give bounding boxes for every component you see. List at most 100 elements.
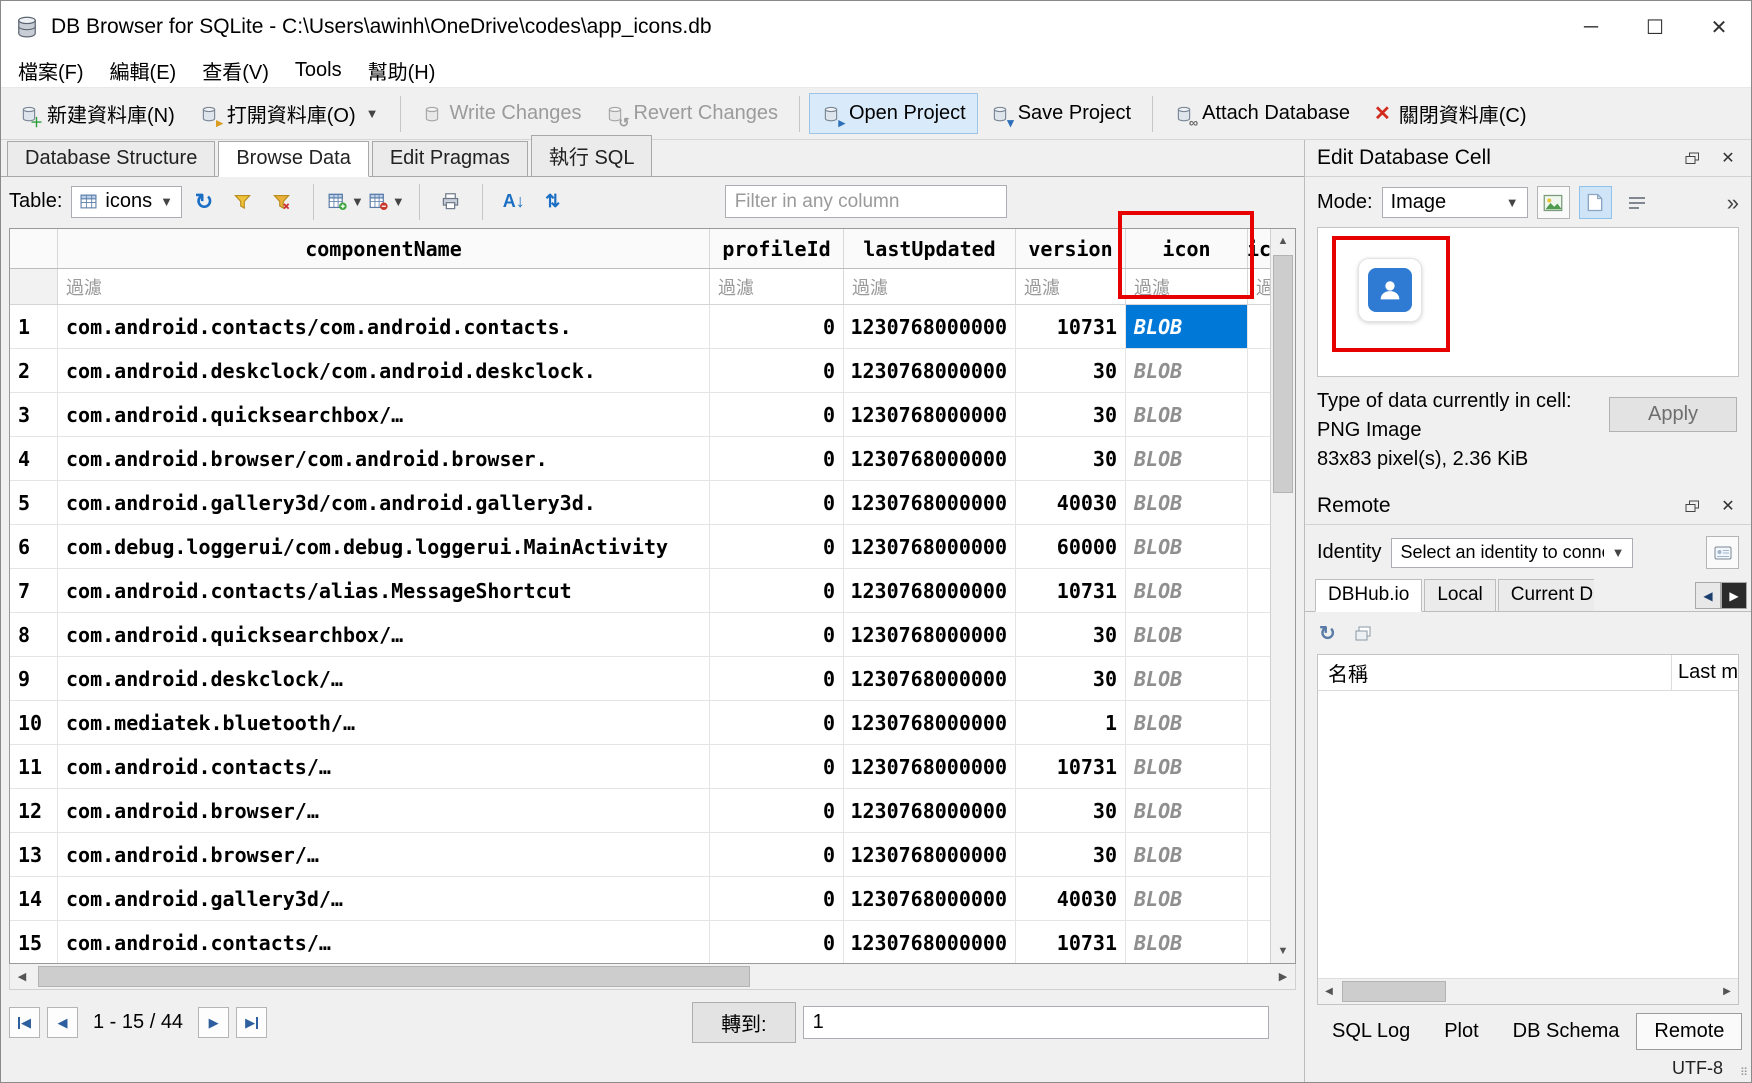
- column-header-icon[interactable]: icon: [1126, 229, 1248, 268]
- row-number[interactable]: 7: [10, 569, 58, 612]
- column-header-version[interactable]: version: [1016, 229, 1126, 268]
- cell-componentName[interactable]: com.mediatek.bluetooth/…: [58, 701, 710, 744]
- text-mode-button[interactable]: [1579, 186, 1612, 219]
- filter-componentName[interactable]: 過濾: [58, 269, 710, 304]
- cell-extra[interactable]: [1248, 657, 1270, 700]
- cell-lastUpdated[interactable]: 1230768000000: [844, 305, 1016, 348]
- tab-browse-data[interactable]: Browse Data: [218, 141, 369, 177]
- cell-version[interactable]: 30: [1016, 833, 1126, 876]
- dock-tab-remote[interactable]: Remote: [1636, 1013, 1742, 1050]
- cell-lastUpdated[interactable]: 1230768000000: [844, 349, 1016, 392]
- resize-grip-icon[interactable]: ⠿: [1740, 1066, 1748, 1079]
- table-select[interactable]: icons ▼: [71, 186, 182, 218]
- cell-version[interactable]: 30: [1016, 789, 1126, 832]
- cell-profileId[interactable]: 0: [710, 525, 844, 568]
- remote-tab-dbhub[interactable]: DBHub.io: [1315, 579, 1422, 612]
- goto-input[interactable]: [803, 1006, 1269, 1039]
- cell-profileId[interactable]: 0: [710, 613, 844, 656]
- cell-extra[interactable]: [1248, 525, 1270, 568]
- corner-header[interactable]: [10, 229, 58, 268]
- refresh-button[interactable]: ↻: [187, 185, 221, 219]
- cell-componentName[interactable]: com.android.deskclock/…: [58, 657, 710, 700]
- filter-version[interactable]: 過濾: [1016, 269, 1126, 304]
- last-page-button[interactable]: ▶: [236, 1007, 267, 1038]
- cell-icon[interactable]: BLOB: [1126, 921, 1248, 963]
- cell-profileId[interactable]: 0: [710, 481, 844, 524]
- filter-any-column-input[interactable]: [725, 185, 1007, 218]
- row-number[interactable]: 6: [10, 525, 58, 568]
- cell-version[interactable]: 30: [1016, 657, 1126, 700]
- chevron-down-icon[interactable]: ▼: [366, 106, 379, 121]
- dock-tab-sql-log[interactable]: SQL Log: [1315, 1014, 1427, 1049]
- row-number[interactable]: 9: [10, 657, 58, 700]
- tab-scroll-right-icon[interactable]: ▶: [1721, 582, 1747, 609]
- cell-componentName[interactable]: com.android.gallery3d/com.android.galler…: [58, 481, 710, 524]
- cell-componentName[interactable]: com.android.contacts/alias.MessageShortc…: [58, 569, 710, 612]
- cell-componentName[interactable]: com.android.browser/…: [58, 789, 710, 832]
- cell-profileId[interactable]: 0: [710, 789, 844, 832]
- tab-database-structure[interactable]: Database Structure: [7, 141, 215, 177]
- cell-icon[interactable]: BLOB: [1126, 877, 1248, 920]
- cell-lastUpdated[interactable]: 1230768000000: [844, 921, 1016, 963]
- cell-extra[interactable]: [1248, 481, 1270, 524]
- menu-edit[interactable]: 編輯(E): [97, 52, 190, 89]
- column-header-componentName[interactable]: componentName: [58, 229, 710, 268]
- revert-changes-button[interactable]: ↺ Revert Changes: [593, 93, 790, 134]
- cell-version[interactable]: 30: [1016, 393, 1126, 436]
- cell-profileId[interactable]: 0: [710, 921, 844, 963]
- next-page-button[interactable]: ▶: [198, 1007, 229, 1038]
- mode-select[interactable]: Image ▼: [1382, 187, 1528, 218]
- cell-version[interactable]: 30: [1016, 613, 1126, 656]
- horizontal-scroll-thumb[interactable]: [38, 966, 750, 987]
- horizontal-scrollbar[interactable]: ◀ ▶: [9, 964, 1296, 990]
- cell-lastUpdated[interactable]: 1230768000000: [844, 613, 1016, 656]
- new-record-button[interactable]: ▼: [328, 185, 364, 219]
- close-icon[interactable]: ✕: [1687, 1, 1751, 53]
- maximize-icon[interactable]: ☐: [1623, 1, 1687, 53]
- cell-extra[interactable]: [1248, 833, 1270, 876]
- cell-version[interactable]: 10731: [1016, 569, 1126, 612]
- cell-version[interactable]: 60000: [1016, 525, 1126, 568]
- prev-page-button[interactable]: ◀: [47, 1007, 78, 1038]
- menu-file[interactable]: 檔案(F): [5, 52, 97, 89]
- scroll-left-icon[interactable]: ◀: [10, 964, 34, 989]
- cell-icon[interactable]: BLOB: [1126, 349, 1248, 392]
- scroll-left-icon[interactable]: ◀: [1318, 979, 1340, 1004]
- cell-icon[interactable]: BLOB: [1126, 393, 1248, 436]
- cell-version[interactable]: 30: [1016, 437, 1126, 480]
- cell-lastUpdated[interactable]: 1230768000000: [844, 789, 1016, 832]
- cell-profileId[interactable]: 0: [710, 349, 844, 392]
- overflow-chevron-icon[interactable]: »: [1727, 190, 1739, 216]
- cell-componentName[interactable]: com.android.quicksearchbox/…: [58, 393, 710, 436]
- cell-profileId[interactable]: 0: [710, 701, 844, 744]
- cell-version[interactable]: 40030: [1016, 481, 1126, 524]
- remote-refresh-icon[interactable]: ↻: [1319, 621, 1336, 646]
- row-number[interactable]: 15: [10, 921, 58, 963]
- dock-tab-plot[interactable]: Plot: [1427, 1014, 1495, 1049]
- close-database-button[interactable]: ✕ 關閉資料庫(C): [1362, 90, 1539, 137]
- attach-database-button[interactable]: ∞ Attach Database: [1162, 93, 1362, 134]
- vertical-scrollbar[interactable]: ▲ ▼: [1270, 229, 1295, 963]
- minimize-icon[interactable]: ─: [1559, 1, 1623, 53]
- cell-lastUpdated[interactable]: 1230768000000: [844, 745, 1016, 788]
- remote-scroll-thumb[interactable]: [1342, 981, 1446, 1002]
- tab-execute-sql[interactable]: 執行 SQL: [531, 135, 653, 177]
- vertical-scroll-thumb[interactable]: [1273, 255, 1293, 493]
- cell-version[interactable]: 40030: [1016, 877, 1126, 920]
- cell-profileId[interactable]: 0: [710, 877, 844, 920]
- cell-extra[interactable]: [1248, 569, 1270, 612]
- sort-desc-button[interactable]: ⇅: [536, 185, 570, 219]
- row-number[interactable]: 2: [10, 349, 58, 392]
- remote-tab-local[interactable]: Local: [1424, 579, 1495, 612]
- row-number[interactable]: 4: [10, 437, 58, 480]
- tab-edit-pragmas[interactable]: Edit Pragmas: [372, 141, 528, 177]
- cell-lastUpdated[interactable]: 1230768000000: [844, 481, 1016, 524]
- cell-profileId[interactable]: 0: [710, 657, 844, 700]
- remote-list-body[interactable]: [1318, 691, 1738, 978]
- scroll-up-icon[interactable]: ▲: [1271, 229, 1295, 253]
- clear-filter-button[interactable]: [265, 185, 299, 219]
- goto-button[interactable]: 轉到:: [692, 1002, 796, 1043]
- row-number[interactable]: 8: [10, 613, 58, 656]
- cell-version[interactable]: 10731: [1016, 921, 1126, 963]
- close-panel-icon[interactable]: ✕: [1717, 147, 1739, 169]
